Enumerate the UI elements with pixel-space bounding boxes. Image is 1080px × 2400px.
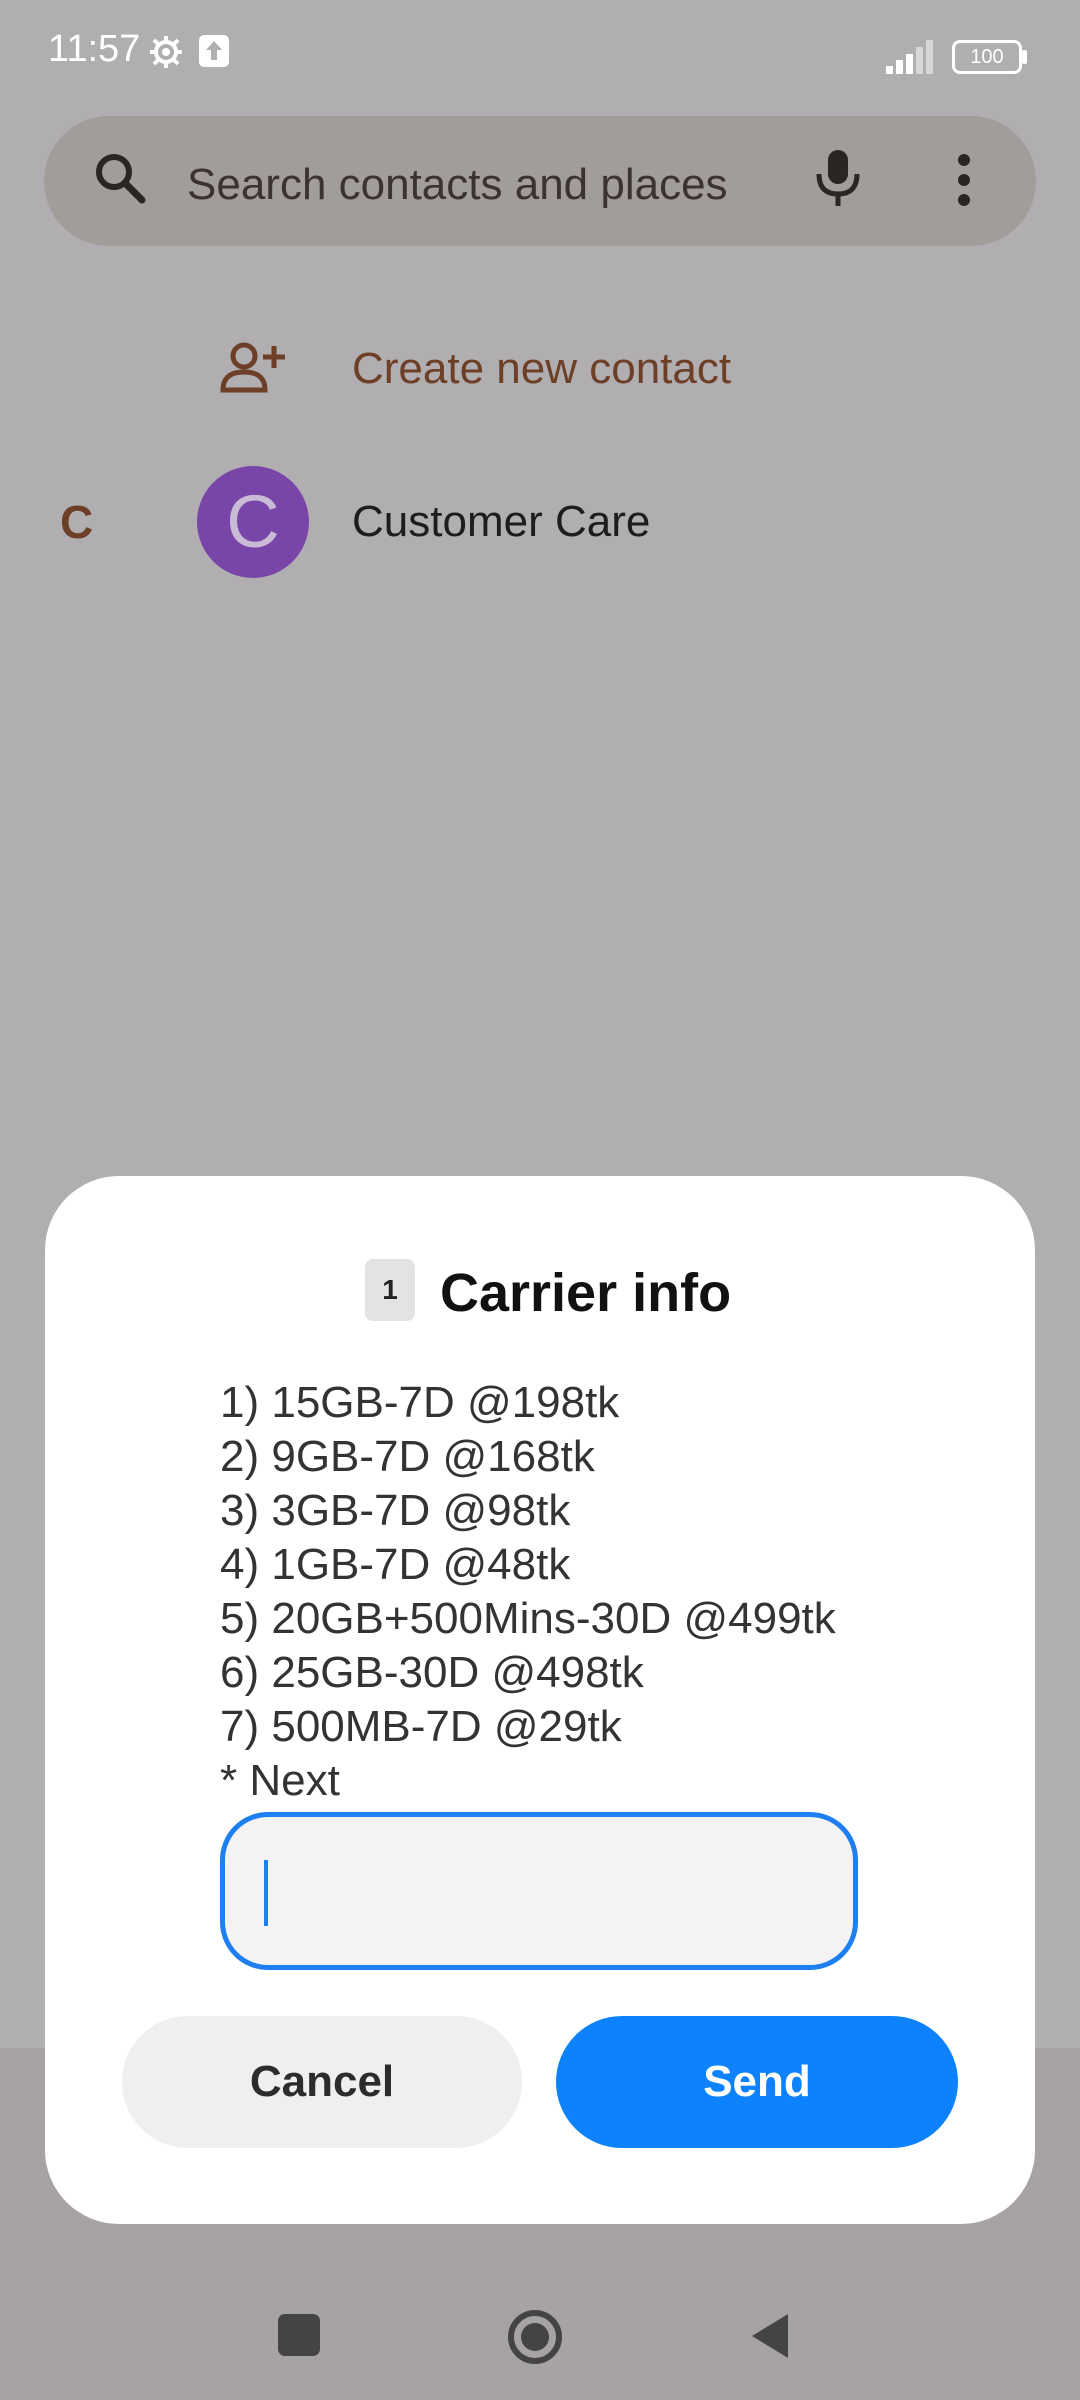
ussd-reply-input[interactable] (220, 1812, 858, 1970)
menu-option: 1) 15GB-7D @198tk (220, 1378, 620, 1427)
status-time: 11:57 (48, 28, 141, 70)
cancel-button[interactable]: Cancel (122, 2016, 522, 2148)
menu-option: 3) 3GB-7D @98tk (220, 1486, 571, 1535)
menu-option: * Next (220, 1756, 340, 1805)
dialog-title: Carrier info (440, 1263, 732, 1323)
section-letter: C (60, 496, 94, 548)
back-nav-icon[interactable] (748, 2310, 792, 2362)
add-person-icon[interactable] (220, 340, 286, 394)
search-icon[interactable] (92, 150, 148, 206)
send-button[interactable]: Send (556, 2016, 958, 2148)
settings-gear-icon (150, 36, 182, 68)
menu-option: 6) 25GB-30D @498tk (220, 1648, 644, 1697)
battery-tip (1022, 50, 1027, 64)
text-cursor (264, 1860, 268, 1926)
signal-icon (886, 40, 933, 74)
menu-option: 2) 9GB-7D @168tk (220, 1432, 595, 1481)
recents-nav-icon[interactable] (278, 2314, 320, 2356)
sim-card-icon: 1 (365, 1259, 415, 1321)
more-options-icon[interactable] (952, 152, 976, 208)
avatar[interactable]: C (197, 466, 309, 578)
menu-option: 4) 1GB-7D @48tk (220, 1540, 571, 1589)
menu-option: 5) 20GB+500Mins-30D @499tk (220, 1594, 836, 1643)
status-bar: 11:57 100 (0, 0, 1080, 100)
create-new-contact-button[interactable]: Create new contact (352, 344, 731, 394)
upload-notification-icon (199, 35, 229, 67)
search-input[interactable]: Search contacts and places (187, 160, 728, 210)
microphone-icon[interactable] (812, 148, 864, 210)
contact-name[interactable]: Customer Care (352, 497, 650, 547)
home-nav-icon[interactable] (506, 2308, 564, 2366)
battery-icon: 100 (952, 40, 1022, 74)
menu-option: 7) 500MB-7D @29tk (220, 1702, 622, 1751)
